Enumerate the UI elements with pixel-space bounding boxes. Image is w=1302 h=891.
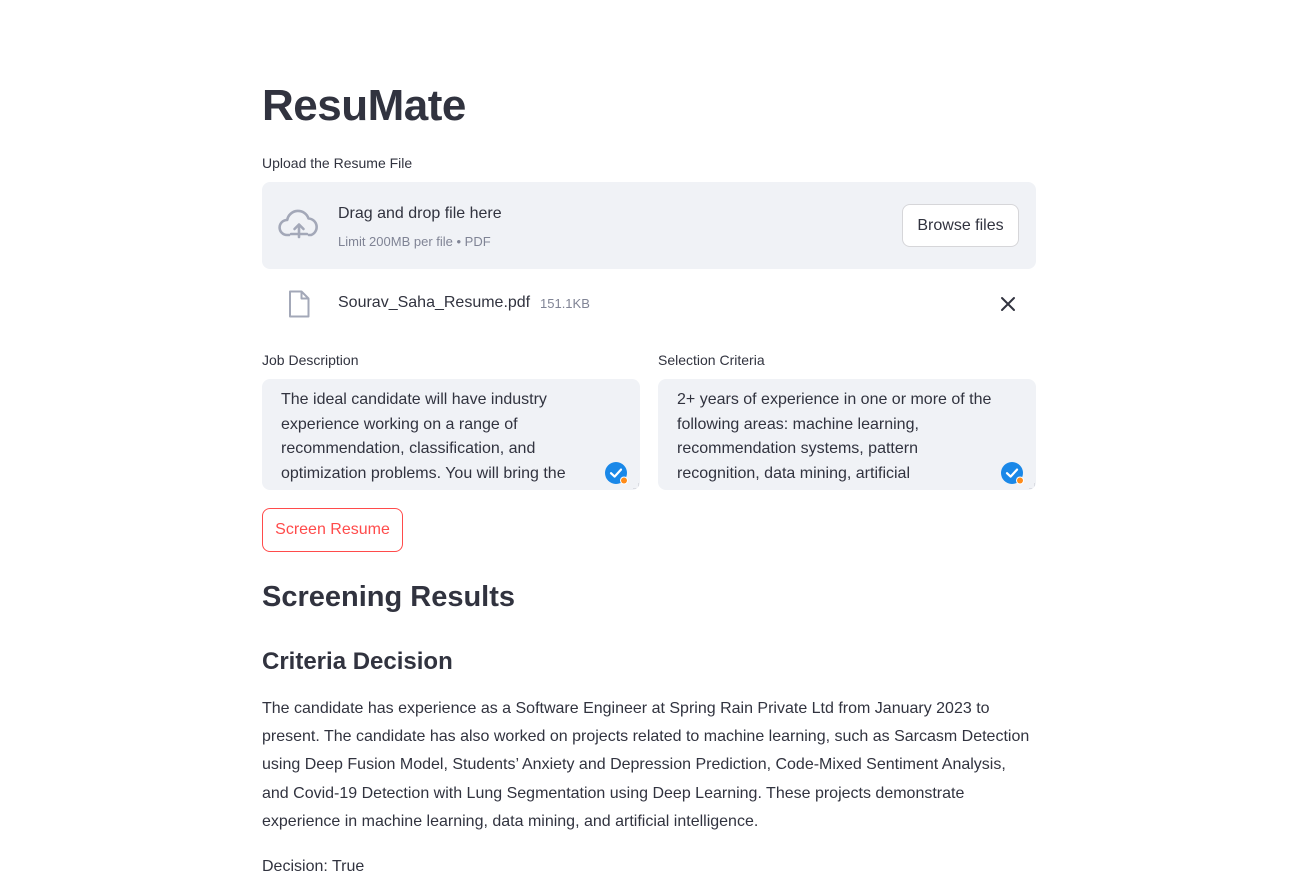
selection-criteria-textarea[interactable]: 2+ years of experience in one or more of… — [658, 379, 1036, 490]
screening-results-heading: Screening Results — [262, 581, 516, 613]
upload-label: Upload the Resume File — [262, 155, 413, 171]
dropzone-limit-text: Limit 200MB per file • PDF — [338, 234, 491, 249]
app-title: ResuMate — [262, 81, 466, 130]
criteria-summary-text: The candidate has experience as a Softwa… — [262, 700, 1030, 830]
browse-files-button[interactable]: Browse files — [902, 204, 1019, 247]
cloud-upload-icon — [278, 209, 318, 239]
file-icon — [289, 290, 310, 318]
uploaded-file-size: 151.1KB — [540, 296, 590, 311]
job-description-value: The ideal candidate will have industry e… — [281, 391, 566, 482]
resize-handle[interactable] — [633, 483, 639, 489]
resize-handle[interactable] — [1029, 483, 1035, 489]
uploaded-file-name: Sourav_Saha_Resume.pdf — [338, 294, 531, 311]
uploaded-file-row: Sourav_Saha_Resume.pdf 151.1KB — [262, 282, 1036, 326]
close-icon[interactable] — [999, 295, 1017, 313]
grammar-check-icon[interactable] — [1000, 461, 1024, 485]
criteria-decision-heading: Criteria Decision — [262, 648, 453, 675]
screen-resume-button[interactable]: Screen Resume — [262, 508, 403, 552]
dropzone-title: Drag and drop file here — [338, 205, 502, 222]
job-description-textarea[interactable]: The ideal candidate will have industry e… — [262, 379, 640, 490]
decision-text: Decision: True — [262, 858, 365, 875]
selection-criteria-label: Selection Criteria — [658, 352, 765, 368]
file-dropzone[interactable]: Drag and drop file here Limit 200MB per … — [262, 182, 1036, 269]
job-description-label: Job Description — [262, 352, 359, 368]
selection-criteria-value: 2+ years of experience in one or more of… — [677, 391, 992, 482]
grammar-check-icon[interactable] — [604, 461, 628, 485]
